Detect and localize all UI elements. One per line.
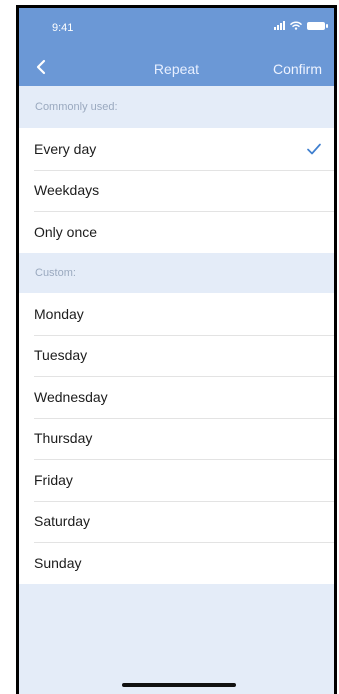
day-tuesday[interactable]: Tuesday: [19, 334, 334, 377]
day-label: Monday: [34, 305, 84, 322]
option-label: Every day: [34, 140, 97, 157]
day-friday[interactable]: Friday: [19, 459, 334, 501]
option-label: Only once: [34, 223, 98, 240]
header: 9:41 Repeat Confirm: [19, 8, 334, 86]
home-indicator[interactable]: [122, 683, 236, 687]
phone-screen: 9:41 Repeat Confirm Commonly used: Every…: [16, 5, 337, 694]
checkmark-icon: [307, 143, 321, 155]
status-icons: [274, 21, 328, 30]
day-saturday[interactable]: Saturday: [19, 500, 334, 543]
day-thursday[interactable]: Thursday: [19, 417, 334, 460]
confirm-button[interactable]: Confirm: [273, 61, 322, 77]
day-label: Tuesday: [34, 347, 88, 364]
day-wednesday[interactable]: Wednesday: [19, 376, 334, 418]
commonly-used-list: Every day Weekdays Only once: [19, 128, 334, 253]
day-label: Thursday: [34, 430, 93, 447]
day-label: Friday: [34, 471, 73, 488]
day-label: Wednesday: [34, 388, 108, 405]
option-label: Weekdays: [34, 182, 100, 199]
option-only-once[interactable]: Only once: [19, 211, 334, 253]
section-label-custom: Custom:: [35, 267, 76, 279]
day-sunday[interactable]: Sunday: [19, 542, 334, 584]
option-every-day[interactable]: Every day: [19, 128, 334, 170]
custom-days-list: Monday Tuesday Wednesday Thursday Friday…: [19, 293, 334, 584]
day-label: Saturday: [34, 513, 91, 530]
wifi-icon: [290, 21, 302, 30]
day-label: Sunday: [34, 554, 82, 571]
section-label-commonly-used: Commonly used:: [35, 101, 118, 113]
day-monday[interactable]: Monday: [19, 293, 334, 335]
option-weekdays[interactable]: Weekdays: [19, 169, 334, 212]
status-time: 9:41: [52, 22, 74, 34]
battery-icon: [307, 21, 328, 30]
signal-icon: [274, 21, 285, 30]
